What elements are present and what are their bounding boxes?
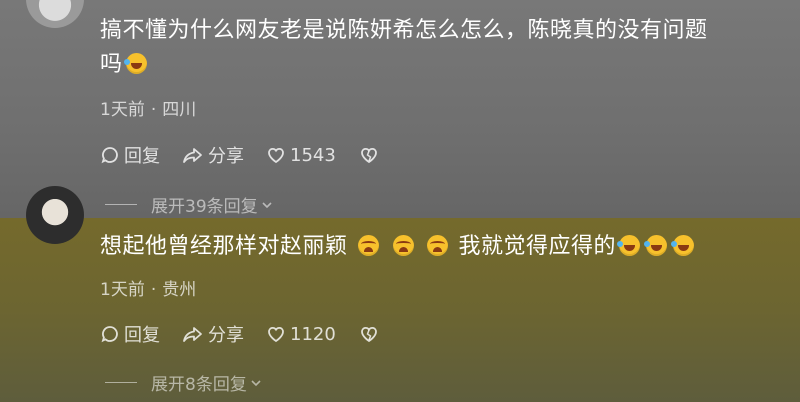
heart-icon bbox=[268, 326, 284, 343]
comment-location: 四川 bbox=[162, 100, 197, 120]
comment-actions: 回复 分享 1120 bbox=[100, 321, 406, 347]
share-label: 分享 bbox=[208, 146, 244, 167]
chevron-down-icon bbox=[262, 201, 272, 208]
share-label: 分享 bbox=[208, 325, 244, 346]
reply-label: 回复 bbox=[124, 146, 160, 167]
reply-label: 回复 bbox=[124, 325, 160, 346]
share-button[interactable]: 分享 bbox=[182, 142, 244, 168]
comment-meta: 1天前 · 四川 bbox=[100, 95, 196, 120]
avatar[interactable] bbox=[26, 186, 84, 244]
chevron-down-icon bbox=[251, 379, 261, 386]
comment-text: 搞不懂为什么网友老是说陈妍希怎么怎么，陈晓真的没有问题 吗 bbox=[100, 14, 780, 82]
laugh-cry-emoji-icon bbox=[644, 235, 668, 256]
like-count: 1543 bbox=[290, 144, 336, 166]
dislike-button[interactable] bbox=[358, 145, 384, 165]
pleading-emoji-icon bbox=[427, 235, 449, 256]
heart-icon bbox=[268, 147, 284, 164]
share-button[interactable]: 分享 bbox=[182, 321, 244, 347]
divider bbox=[105, 204, 137, 205]
laugh-cry-emoji-icon bbox=[123, 53, 147, 74]
comment-location: 贵州 bbox=[162, 280, 197, 300]
expand-replies-label: 展开39条回复 bbox=[151, 197, 258, 217]
comment-actions: 回复 分享 1543 bbox=[100, 142, 406, 168]
expand-replies-button[interactable]: 展开8条回复 bbox=[105, 370, 263, 395]
broken-heart-icon bbox=[360, 326, 377, 343]
comment-time: 1天前 bbox=[100, 100, 145, 120]
expand-replies-label: 展开8条回复 bbox=[151, 375, 247, 395]
reply-icon bbox=[101, 147, 118, 164]
pleading-emoji-icon bbox=[358, 235, 380, 256]
separator: · bbox=[150, 100, 157, 120]
comment-text: 想起他曾经那样对赵丽颖 我就觉得应得的 bbox=[100, 230, 780, 264]
reply-button[interactable]: 回复 bbox=[100, 321, 160, 347]
comment-text-part: 我就觉得应得的 bbox=[458, 234, 617, 259]
laugh-cry-emoji-icon bbox=[617, 235, 641, 256]
reply-button[interactable]: 回复 bbox=[100, 142, 160, 168]
like-button[interactable]: 1120 bbox=[266, 324, 336, 345]
laugh-cry-emoji-icon bbox=[671, 235, 695, 256]
share-icon bbox=[183, 148, 202, 163]
expand-replies-button[interactable]: 展开39条回复 bbox=[105, 192, 274, 217]
pleading-emoji-icon bbox=[392, 235, 414, 256]
like-button[interactable]: 1543 bbox=[266, 145, 336, 166]
comment-time: 1天前 bbox=[100, 280, 145, 300]
share-icon bbox=[183, 327, 202, 342]
separator: · bbox=[150, 280, 157, 300]
divider bbox=[105, 382, 137, 383]
comment-text-part: 想起他曾经那样对赵丽颖 bbox=[100, 234, 348, 259]
comment-line: 吗 bbox=[100, 52, 123, 77]
comment-meta: 1天前 · 贵州 bbox=[100, 275, 196, 300]
dislike-button[interactable] bbox=[358, 324, 384, 344]
reply-icon bbox=[101, 326, 118, 343]
broken-heart-icon bbox=[360, 147, 377, 164]
like-count: 1120 bbox=[290, 323, 336, 345]
comment-line: 搞不懂为什么网友老是说陈妍希怎么怎么，陈晓真的没有问题 bbox=[100, 18, 708, 43]
